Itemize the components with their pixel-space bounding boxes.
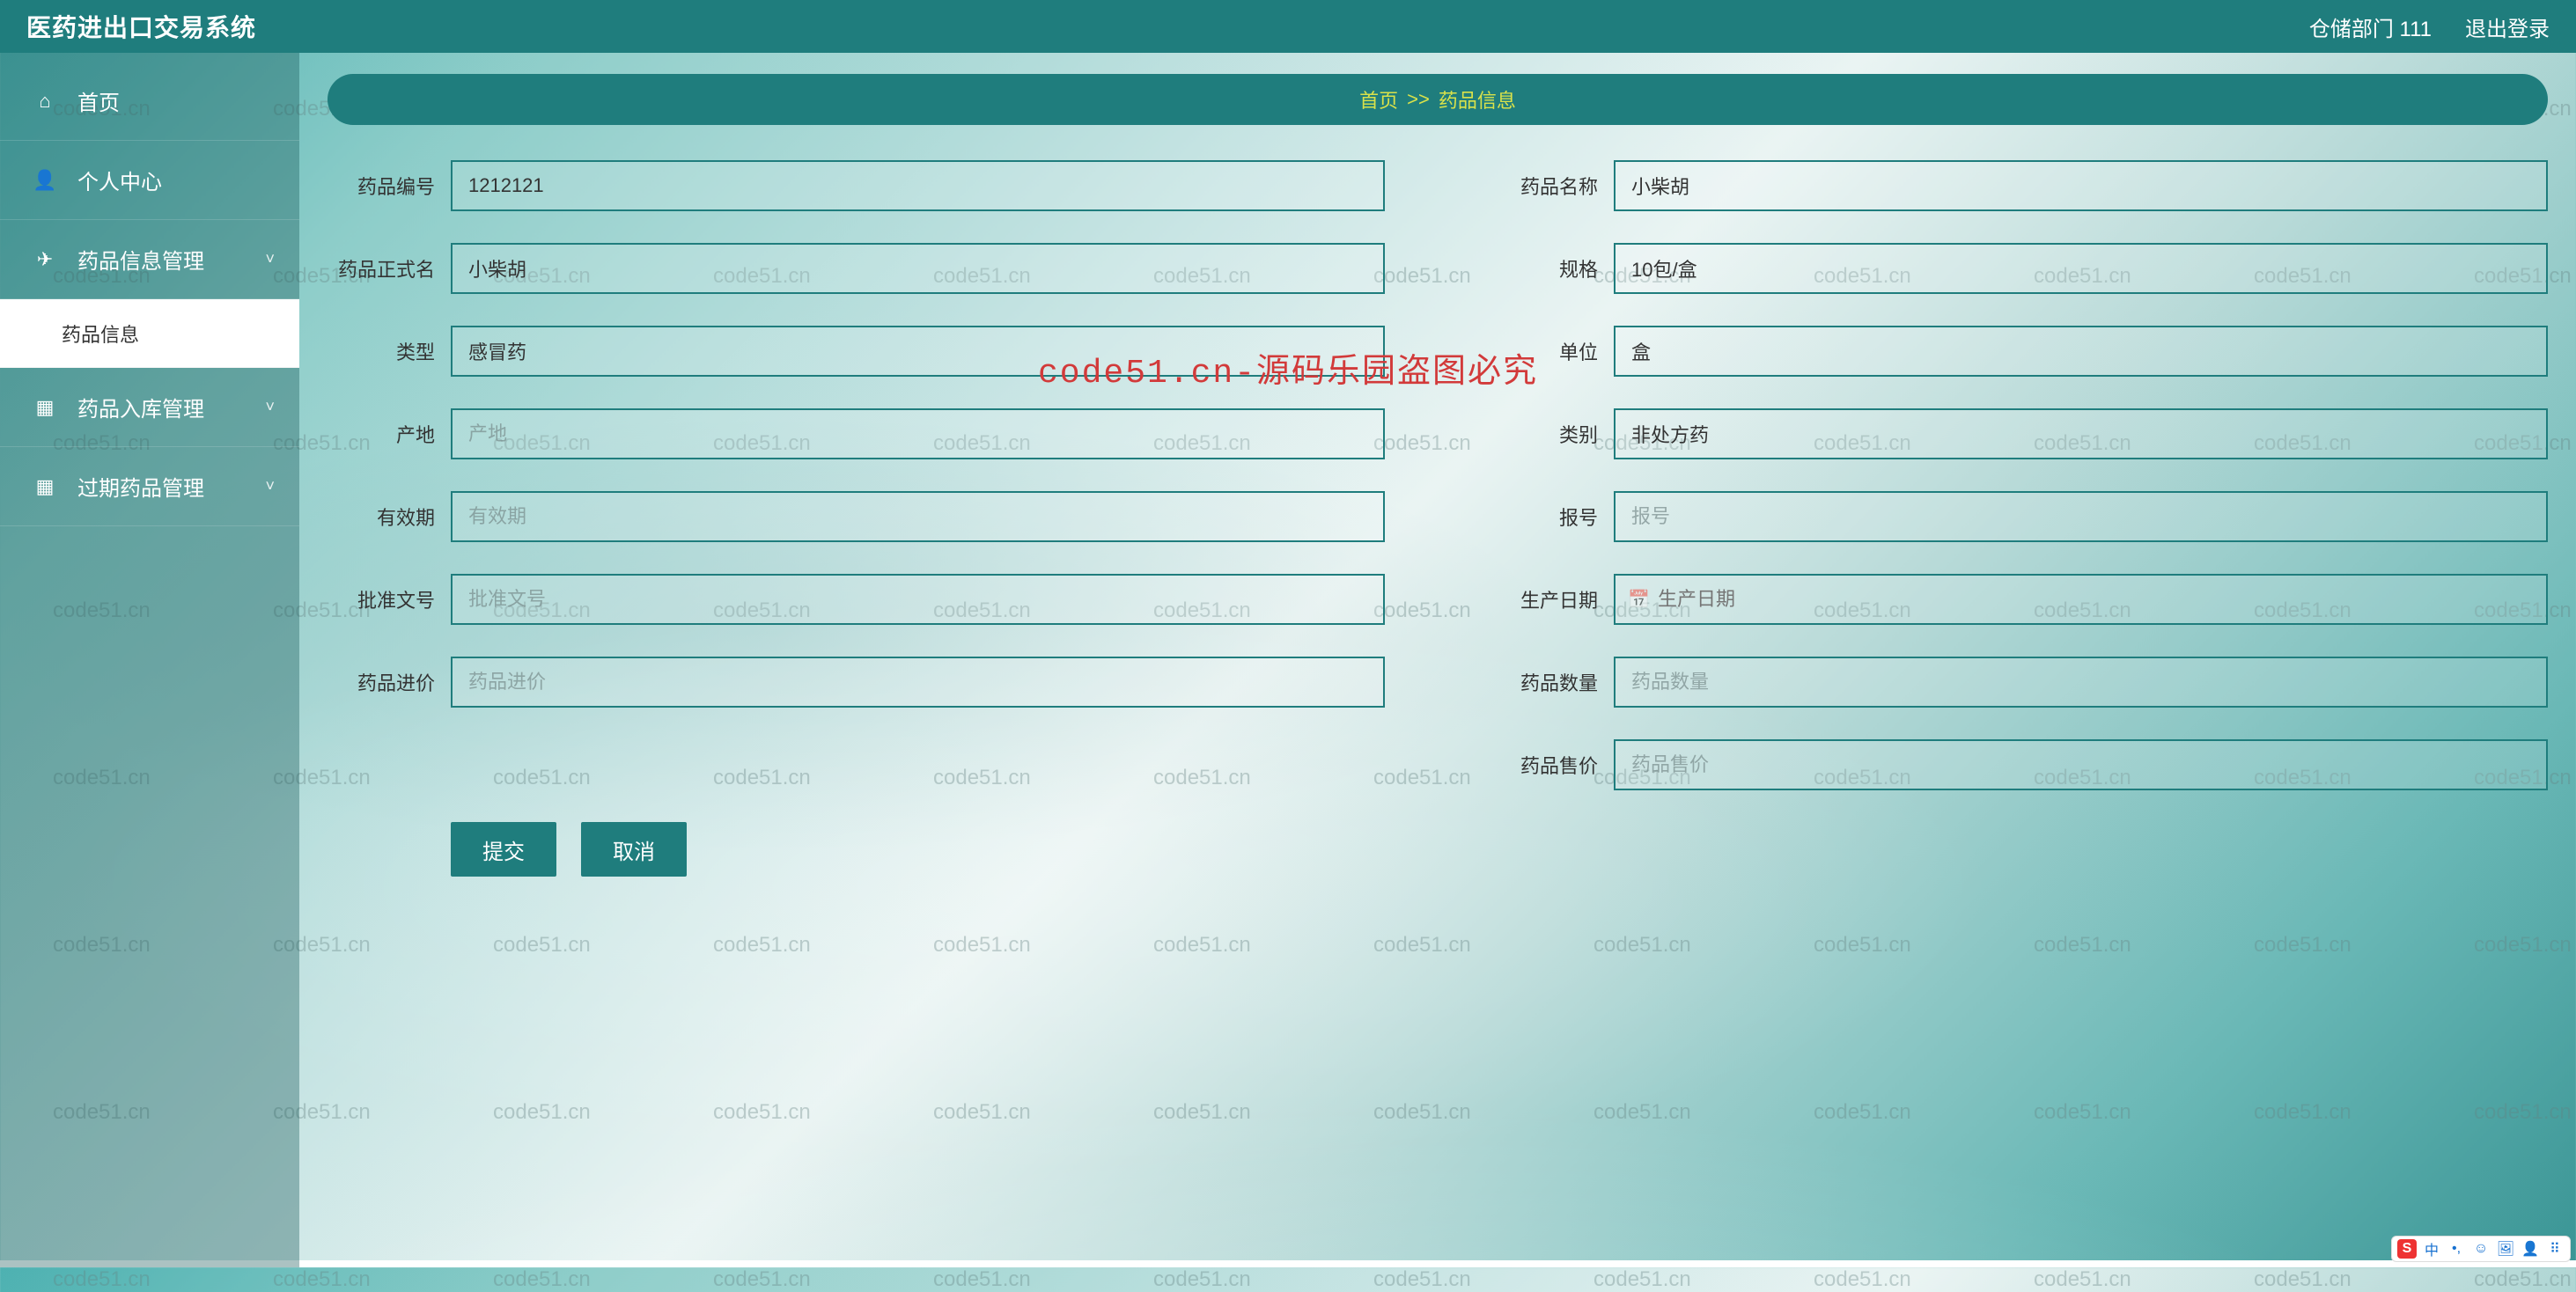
label-proddate: 生产日期 (1490, 574, 1614, 615)
input-type[interactable] (451, 326, 1385, 377)
form-row-name: 药品名称 (1490, 160, 2548, 211)
label-report: 报号 (1490, 491, 1614, 532)
form-row-fullname: 药品正式名 (328, 243, 1385, 294)
ime-toolbar[interactable]: S中 •,☺🖼 👤⠿ (2391, 1236, 2571, 1262)
ime-item[interactable]: 👤 (2521, 1239, 2540, 1259)
form-row-proddate: 生产日期 (1490, 574, 2548, 625)
app-title: 医药进出口交易系统 (26, 9, 256, 44)
input-expiry[interactable] (451, 491, 1385, 542)
watermark: code51.cn (2474, 1267, 2572, 1292)
chevron-down-icon: ˅ (265, 477, 275, 496)
form-row-origin: 产地 (328, 408, 1385, 459)
sidebar-item-label: 个人中心 (77, 165, 162, 195)
label-name: 药品名称 (1490, 160, 1614, 202)
form-row-approval: 批准文号 (328, 574, 1385, 625)
input-spec[interactable] (1614, 243, 2548, 294)
watermark: code51.cn (1153, 1267, 1251, 1292)
sidebar-item-label: 过期药品管理 (77, 471, 204, 502)
input-name[interactable] (1614, 160, 2548, 211)
ime-item[interactable]: 中 (2422, 1239, 2441, 1259)
form-row-type: 类型 (328, 326, 1385, 377)
date-wrap-proddate[interactable] (1614, 574, 2548, 625)
input-qty[interactable] (1614, 657, 2548, 708)
breadcrumb-home[interactable]: 首页 (1359, 85, 1398, 114)
user-icon: 👤 (30, 169, 60, 192)
label-code: 药品编号 (328, 160, 451, 202)
label-type: 类型 (328, 326, 451, 367)
breadcrumb: 首页 >> 药品信息 (328, 74, 2548, 125)
breadcrumb-current: 药品信息 (1439, 85, 1516, 114)
home-icon: ⌂ (30, 90, 60, 113)
chevron-down-icon: ˅ (265, 398, 275, 416)
sidebar-item-label: 首页 (77, 85, 120, 116)
label-spec: 规格 (1490, 243, 1614, 284)
form-row-inprice: 药品进价 (328, 657, 1385, 708)
submit-button[interactable]: 提交 (451, 822, 556, 877)
main-content: 首页 >> 药品信息 药品编号药品正式名类型产地有效期批准文号药品进价 药品名称规… (299, 53, 2576, 1267)
form-row-report: 报号 (1490, 491, 2548, 542)
input-approval[interactable] (451, 574, 1385, 625)
sidebar-item-label: 药品信息管理 (77, 244, 204, 275)
sidebar-subitem-药品信息[interactable]: 药品信息 (0, 299, 299, 368)
sidebar-item-个人中心[interactable]: 👤 个人中心 (0, 141, 299, 220)
sidebar-item-首页[interactable]: ⌂ 首页 (0, 62, 299, 141)
label-approval: 批准文号 (328, 574, 451, 615)
sidebar-item-label: 药品入库管理 (77, 392, 204, 422)
form-row-qty: 药品数量 (1490, 657, 2548, 708)
watermark: code51.cn (1593, 1267, 1691, 1292)
form-row-unit: 单位 (1490, 326, 2548, 377)
chevron-down-icon: ˅ (265, 250, 275, 268)
topbar: 医药进出口交易系统 仓储部门 111 退出登录 (0, 0, 2576, 53)
watermark: code51.cn (713, 1267, 811, 1292)
input-outprice[interactable] (1614, 739, 2548, 790)
input-proddate[interactable] (1616, 576, 2546, 623)
watermark: code51.cn (2034, 1267, 2131, 1292)
ime-item[interactable]: ⠿ (2545, 1239, 2565, 1259)
form-row-code: 药品编号 (328, 160, 1385, 211)
grid-icon: ▦ (30, 396, 60, 419)
logout-link[interactable]: 退出登录 (2465, 11, 2550, 42)
input-inprice[interactable] (451, 657, 1385, 708)
form-row-expiry: 有效期 (328, 491, 1385, 542)
ime-item[interactable]: ☺ (2471, 1239, 2491, 1259)
watermark: code51.cn (933, 1267, 1031, 1292)
input-cat[interactable] (1614, 408, 2548, 459)
input-report[interactable] (1614, 491, 2548, 542)
label-unit: 单位 (1490, 326, 1614, 367)
ime-item[interactable]: 🖼 (2496, 1239, 2515, 1259)
sidebar: ⌂ 首页 👤 个人中心 ✈ 药品信息管理 ˅ 药品信息 ▦ 药品入库管理 ˅ ▦ 过期药品管理 ˅ (0, 53, 299, 1267)
watermark: code51.cn (493, 1267, 591, 1292)
sidebar-item-过期药品管理[interactable]: ▦ 过期药品管理 ˅ (0, 447, 299, 526)
label-fullname: 药品正式名 (328, 243, 451, 284)
form-row-outprice: 药品售价 (1490, 739, 2548, 790)
sidebar-item-药品信息管理[interactable]: ✈ 药品信息管理 ˅ (0, 220, 299, 299)
label-qty: 药品数量 (1490, 657, 1614, 698)
label-expiry: 有效期 (328, 491, 451, 532)
input-code[interactable] (451, 160, 1385, 211)
breadcrumb-sep: >> (1407, 88, 1430, 111)
form-row-spec: 规格 (1490, 243, 2548, 294)
label-origin: 产地 (328, 408, 451, 450)
form-row-cat: 类别 (1490, 408, 2548, 459)
grid-icon: ▦ (30, 475, 60, 498)
input-origin[interactable] (451, 408, 1385, 459)
watermark: code51.cn (1814, 1267, 1911, 1292)
send-icon: ✈ (30, 248, 60, 271)
watermark: code51.cn (53, 1267, 151, 1292)
sidebar-item-药品入库管理[interactable]: ▦ 药品入库管理 ˅ (0, 368, 299, 447)
current-user[interactable]: 仓储部门 111 (2309, 11, 2432, 42)
cancel-button[interactable]: 取消 (581, 822, 687, 877)
label-outprice: 药品售价 (1490, 739, 1614, 781)
watermark: code51.cn (2254, 1267, 2352, 1292)
watermark: code51.cn (273, 1267, 371, 1292)
input-unit[interactable] (1614, 326, 2548, 377)
ime-item[interactable]: •, (2447, 1239, 2466, 1259)
input-fullname[interactable] (451, 243, 1385, 294)
label-cat: 类别 (1490, 408, 1614, 450)
watermark: code51.cn (1373, 1267, 1471, 1292)
label-inprice: 药品进价 (328, 657, 451, 698)
ime-logo-icon[interactable]: S (2397, 1239, 2417, 1259)
